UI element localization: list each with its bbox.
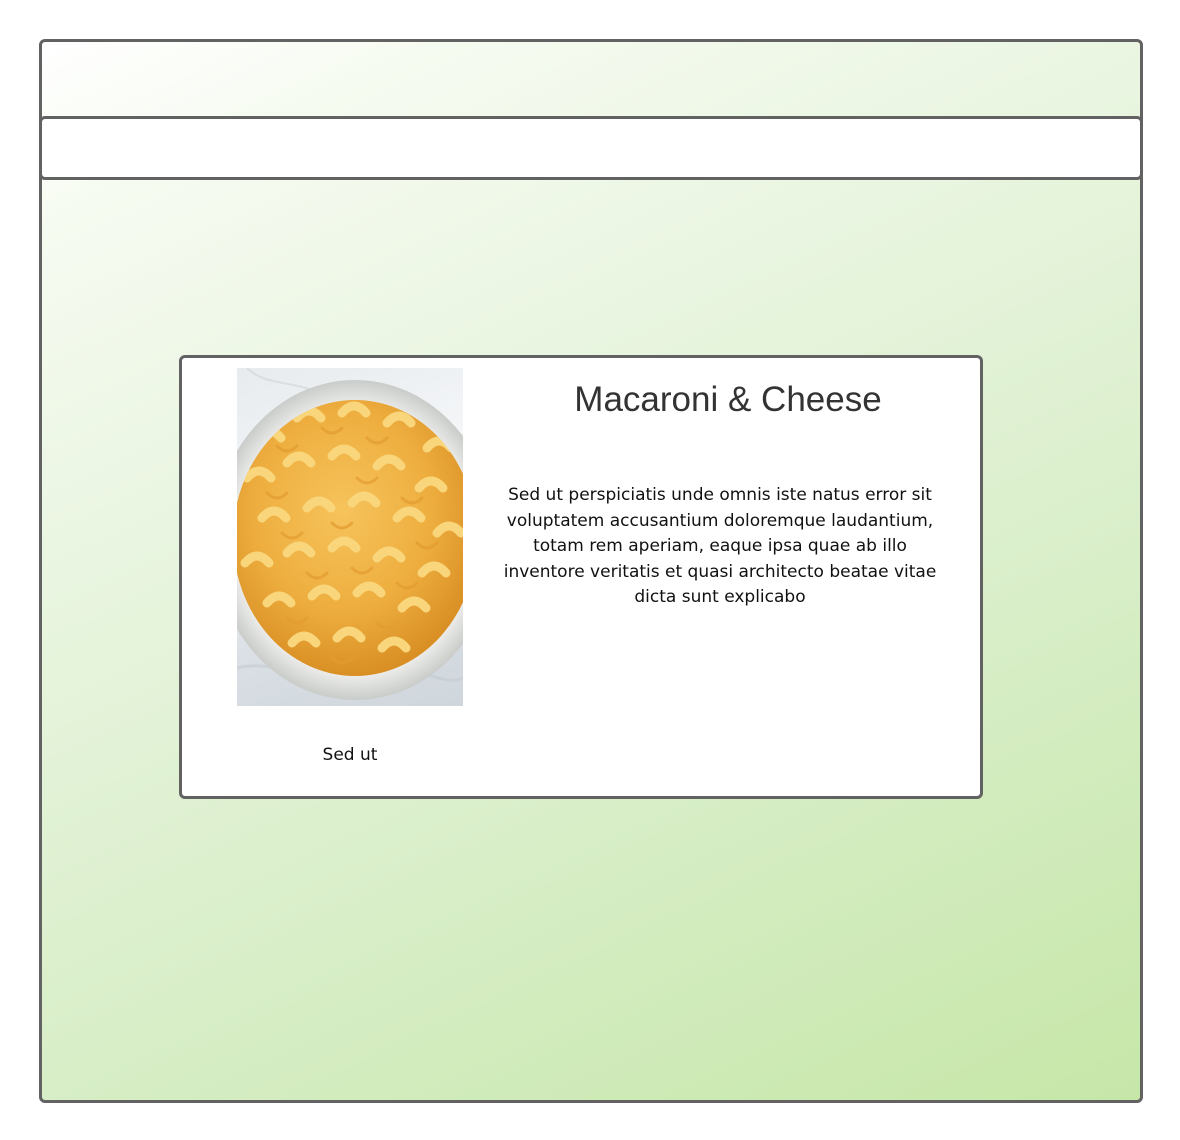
recipe-description: Sed ut perspiciatis unde omnis iste natu… xyxy=(503,485,937,607)
recipe-title: Macaroni & Cheese xyxy=(574,380,882,419)
recipe-image xyxy=(237,368,463,706)
image-caption: Sed ut xyxy=(322,745,378,765)
header-bar xyxy=(39,116,1143,180)
